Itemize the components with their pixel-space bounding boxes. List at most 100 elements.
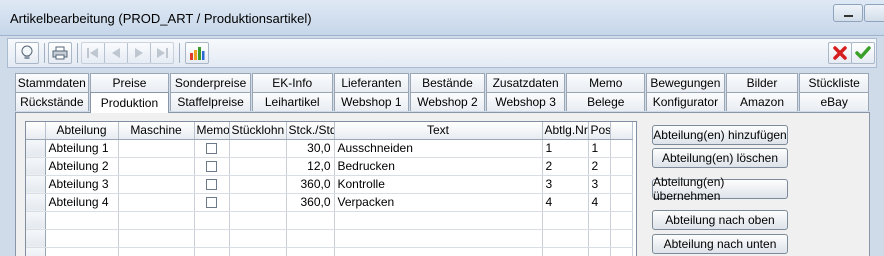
cancel-button[interactable] bbox=[828, 42, 852, 64]
previous-record-button[interactable] bbox=[104, 42, 128, 64]
empty-cell[interactable] bbox=[286, 211, 335, 230]
empty-cell[interactable] bbox=[588, 229, 611, 248]
cell-stuecklohn[interactable] bbox=[229, 157, 287, 176]
memo-checkbox[interactable] bbox=[206, 161, 217, 173]
tab-zusatzdaten[interactable]: Zusatzdaten bbox=[485, 73, 566, 92]
empty-cell[interactable] bbox=[194, 247, 230, 256]
cell-memo[interactable] bbox=[194, 175, 230, 194]
empty-cell[interactable] bbox=[229, 247, 287, 256]
cell-pos[interactable]: 4 bbox=[588, 193, 611, 212]
print-button[interactable] bbox=[48, 42, 72, 64]
tab-lieferanten[interactable]: Lieferanten bbox=[333, 73, 410, 92]
cell-stuecklohn[interactable] bbox=[229, 193, 287, 212]
tab-stammdaten[interactable]: Stammdaten bbox=[15, 73, 89, 92]
memo-checkbox[interactable] bbox=[206, 179, 217, 191]
statistics-button[interactable] bbox=[185, 42, 209, 64]
cell-abteilung[interactable]: Abteilung 4 bbox=[45, 193, 119, 212]
empty-cell[interactable] bbox=[588, 211, 611, 230]
confirm-button[interactable] bbox=[851, 42, 875, 64]
cell-abtlg-nr[interactable]: 3 bbox=[542, 175, 589, 194]
tab-belege[interactable]: Belege bbox=[566, 92, 646, 111]
cell-stck-std[interactable]: 360,0 bbox=[286, 193, 335, 212]
cell-text[interactable]: Kontrolle bbox=[334, 175, 543, 194]
cell-maschine[interactable] bbox=[118, 175, 195, 194]
delete-departments-button[interactable]: Abteilung(en) löschen bbox=[652, 148, 788, 168]
table-row[interactable]: Abteilung 4 360,0 Verpacken 4 4 bbox=[26, 193, 633, 212]
cell-maschine[interactable] bbox=[118, 139, 195, 158]
tab-amazon[interactable]: Amazon bbox=[725, 92, 799, 111]
row-selector[interactable] bbox=[26, 139, 46, 158]
memo-checkbox[interactable] bbox=[206, 197, 217, 209]
cell-pos[interactable]: 2 bbox=[588, 157, 611, 176]
empty-row[interactable] bbox=[26, 211, 633, 230]
tab-memo[interactable]: Memo bbox=[566, 73, 646, 92]
cell-maschine[interactable] bbox=[118, 193, 195, 212]
first-record-button[interactable] bbox=[81, 42, 105, 64]
tab-bilder[interactable]: Bilder bbox=[725, 73, 799, 92]
cell-memo[interactable] bbox=[194, 139, 230, 158]
cell-abteilung[interactable]: Abteilung 3 bbox=[45, 175, 119, 194]
empty-cell[interactable] bbox=[194, 229, 230, 248]
tab-webshop-1[interactable]: Webshop 1 bbox=[333, 92, 410, 111]
empty-cell[interactable] bbox=[588, 247, 611, 256]
column-header-text[interactable]: Text bbox=[334, 122, 543, 140]
column-header-abteilung[interactable]: Abteilung bbox=[45, 122, 119, 140]
cell-stck-std[interactable]: 30,0 bbox=[286, 139, 335, 158]
cell-stuecklohn[interactable] bbox=[229, 139, 287, 158]
tab-ebay[interactable]: eBay bbox=[799, 92, 870, 111]
cell-text[interactable]: Bedrucken bbox=[334, 157, 543, 176]
cell-stck-std[interactable]: 12,0 bbox=[286, 157, 335, 176]
empty-cell[interactable] bbox=[542, 229, 589, 248]
cell-memo[interactable] bbox=[194, 157, 230, 176]
cell-pos[interactable]: 1 bbox=[588, 139, 611, 158]
minimize-button[interactable] bbox=[833, 4, 863, 22]
next-record-button[interactable] bbox=[127, 42, 151, 64]
empty-cell[interactable] bbox=[45, 229, 119, 248]
empty-cell[interactable] bbox=[194, 211, 230, 230]
table-row[interactable]: Abteilung 1 30,0 Ausschneiden 1 1 bbox=[26, 139, 633, 158]
cell-text[interactable]: Ausschneiden bbox=[334, 139, 543, 158]
tab-stueckliste[interactable]: Stückliste bbox=[799, 73, 870, 92]
tab-leihartikel[interactable]: Leihartikel bbox=[251, 92, 333, 111]
column-header-abtlg-nr[interactable]: Abtlg.Nr bbox=[542, 122, 589, 140]
cell-abteilung[interactable]: Abteilung 1 bbox=[45, 139, 119, 158]
tab-bestaende[interactable]: Bestände bbox=[410, 73, 485, 92]
column-header-pos[interactable]: Pos bbox=[588, 122, 611, 140]
empty-cell[interactable] bbox=[286, 229, 335, 248]
tab-bewegungen[interactable]: Bewegungen bbox=[646, 73, 725, 92]
cell-text[interactable]: Verpacken bbox=[334, 193, 543, 212]
maximize-button[interactable] bbox=[864, 4, 884, 22]
tab-produktion[interactable]: Produktion bbox=[89, 92, 170, 113]
tab-konfigurator[interactable]: Konfigurator bbox=[646, 92, 725, 111]
empty-row[interactable] bbox=[26, 247, 633, 256]
tab-sonderpreise[interactable]: Sonderpreise bbox=[170, 73, 251, 92]
cell-abtlg-nr[interactable]: 4 bbox=[542, 193, 589, 212]
tab-webshop-3[interactable]: Webshop 3 bbox=[485, 92, 566, 111]
table-row[interactable]: Abteilung 3 360,0 Kontrolle 3 3 bbox=[26, 175, 633, 194]
empty-cell[interactable] bbox=[286, 247, 335, 256]
empty-cell[interactable] bbox=[229, 229, 287, 248]
empty-cell[interactable] bbox=[334, 229, 543, 248]
cell-abtlg-nr[interactable]: 2 bbox=[542, 157, 589, 176]
column-header-maschine[interactable]: Maschine bbox=[118, 122, 195, 140]
empty-cell[interactable] bbox=[334, 247, 543, 256]
add-departments-button[interactable]: Abteilung(en) hinzufügen bbox=[652, 125, 788, 145]
empty-cell[interactable] bbox=[118, 247, 195, 256]
move-department-down-button[interactable]: Abteilung nach unten bbox=[652, 234, 788, 254]
empty-cell[interactable] bbox=[45, 247, 119, 256]
tab-ek-info[interactable]: EK-Info bbox=[251, 73, 333, 92]
tab-rueckstaende[interactable]: Rückstände bbox=[15, 92, 89, 111]
tab-staffelpreise[interactable]: Staffelpreise bbox=[170, 92, 251, 111]
row-selector[interactable] bbox=[26, 211, 46, 230]
empty-cell[interactable] bbox=[334, 211, 543, 230]
cell-pos[interactable]: 3 bbox=[588, 175, 611, 194]
tab-webshop-2[interactable]: Webshop 2 bbox=[410, 92, 485, 111]
empty-cell[interactable] bbox=[118, 229, 195, 248]
apply-departments-button[interactable]: Abteilung(en) übernehmen bbox=[652, 175, 788, 203]
empty-row[interactable] bbox=[26, 229, 633, 248]
cell-stck-std[interactable]: 360,0 bbox=[286, 175, 335, 194]
last-record-button[interactable] bbox=[150, 42, 174, 64]
cell-memo[interactable] bbox=[194, 193, 230, 212]
row-selector[interactable] bbox=[26, 229, 46, 248]
column-header-stuecklohn[interactable]: Stücklohn bbox=[229, 122, 287, 140]
